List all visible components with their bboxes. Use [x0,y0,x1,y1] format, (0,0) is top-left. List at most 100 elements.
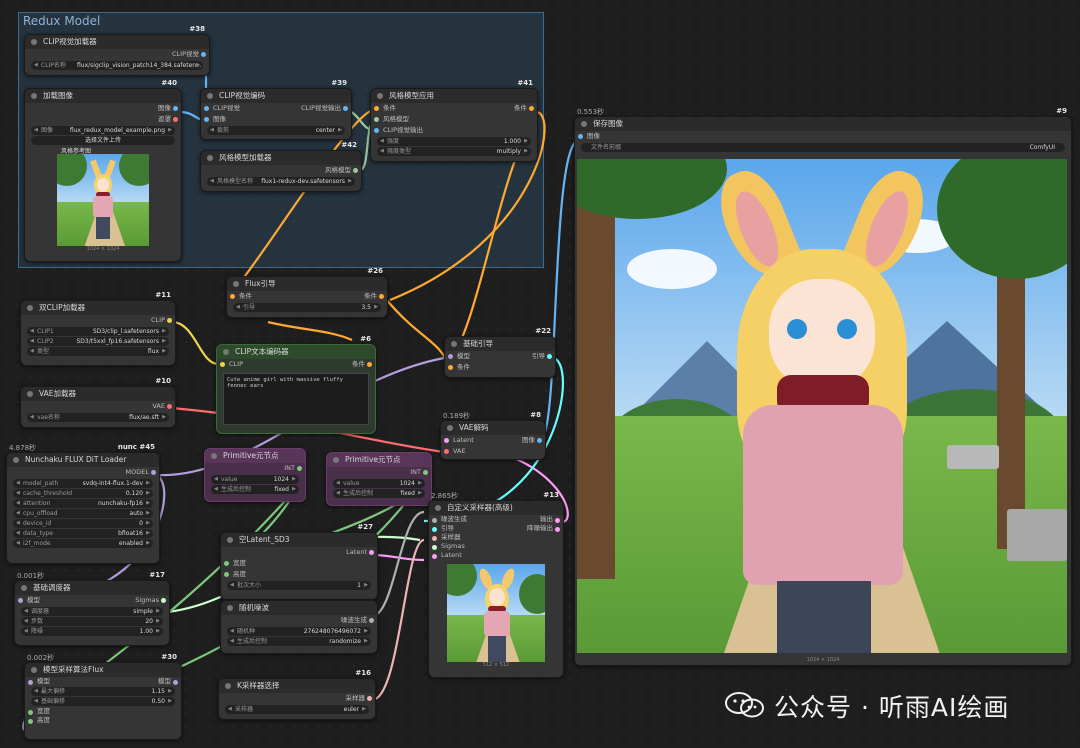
input-slot[interactable] [18,598,23,603]
input-slot[interactable] [432,536,437,541]
value-widget[interactable]: ◀ value 1024 ▶ [211,475,299,484]
collapse-dot-icon[interactable] [225,683,231,689]
output-slot[interactable] [201,52,206,57]
collapse-dot-icon[interactable] [31,93,37,99]
collapse-dot-icon[interactable] [233,281,239,287]
output-slot[interactable] [167,318,172,323]
output-slot[interactable] [555,527,560,532]
input-slot[interactable] [224,561,229,566]
output-slot[interactable] [367,696,372,701]
arrow-left-icon[interactable]: ◀ [30,347,34,356]
input-slot[interactable] [432,545,437,550]
output-slot[interactable] [369,618,374,623]
clip-vision-loader-node[interactable]: #38 CLIP视觉加载器 CLIP视觉 ◀ CLIP名称 flux/sigclip… [24,25,210,76]
filename-prefix-widget[interactable]: 文件名前缀 ComfyUI [581,143,1065,152]
collapse-dot-icon[interactable] [377,93,383,99]
arrow-left-icon[interactable]: ◀ [210,177,214,186]
style-model-apply-node[interactable]: #41 风格模型应用 条件 条件 风格模型 CLIP视觉输出 ◀ 强度 1.000 ▶ … [370,79,538,162]
nunchaku-widget[interactable]: ◀ i2f_mode enabled ▶ [13,539,153,548]
arrow-right-icon[interactable]: ▶ [156,617,160,626]
ksampler-select-node[interactable]: #16 K采样器选择 采样器 ◀ 采样器 euler ▶ [218,669,376,720]
vae-decode-node[interactable]: 0.189秒 #8 VAE解码 Latent 图像 VAE [440,411,546,460]
max-shift-widget[interactable]: ◀ 最大偏移 1.15 ▶ [31,687,175,696]
output-slot[interactable] [537,438,542,443]
strength-widget[interactable]: ◀ 强度 1.000 ▶ [377,137,531,146]
arrow-right-icon[interactable]: ▶ [364,581,368,590]
collapse-dot-icon[interactable] [31,667,37,673]
arrow-left-icon[interactable]: ◀ [34,61,38,70]
input-slot[interactable] [224,572,229,577]
arrow-left-icon[interactable]: ◀ [30,337,34,346]
arrow-right-icon[interactable]: ▶ [146,529,150,538]
steps-widget[interactable]: ◀ 步数 20 ▶ [21,617,163,626]
scheduler-widget[interactable]: ◀ 调度器 simple ▶ [21,607,163,616]
vae-name-widget[interactable]: ◀ vae名称 flux/ae.sft ▶ [27,413,169,422]
arrow-right-icon[interactable]: ▶ [292,485,296,494]
dual-clip-loader-node[interactable]: #11 双CLIP加载器 CLIP ◀ CLIP1 SD3/clip_l.safet… [20,291,176,366]
output-slot[interactable] [367,362,372,367]
output-slot[interactable] [379,294,384,299]
arrow-left-icon[interactable]: ◀ [24,627,28,636]
arrow-left-icon[interactable]: ◀ [210,126,214,135]
collapse-dot-icon[interactable] [207,155,213,161]
input-slot[interactable] [28,680,33,685]
basic-guider-node[interactable]: #22 基础引导 模型 引导 条件 [444,327,556,378]
arrow-left-icon[interactable]: ◀ [230,627,234,636]
arrow-right-icon[interactable]: ▶ [146,489,150,498]
output-slot[interactable] [151,470,156,475]
control-after-generate-widget[interactable]: ◀ 生成后控制 fixed ▶ [211,485,299,494]
arrow-right-icon[interactable]: ▶ [168,126,172,135]
arrow-right-icon[interactable]: ▶ [374,303,378,312]
arrow-right-icon[interactable]: ▶ [364,627,368,636]
arrow-right-icon[interactable]: ▶ [168,687,172,696]
arrow-right-icon[interactable]: ▶ [162,327,166,336]
arrow-left-icon[interactable]: ◀ [16,519,20,528]
collapse-dot-icon[interactable] [31,39,37,45]
arrow-left-icon[interactable]: ◀ [236,303,240,312]
base-shift-widget[interactable]: ◀ 基础偏移 0.50 ▶ [31,697,175,706]
collapse-dot-icon[interactable] [27,391,33,397]
arrow-left-icon[interactable]: ◀ [30,327,34,336]
arrow-left-icon[interactable]: ◀ [380,137,384,146]
arrow-left-icon[interactable]: ◀ [24,617,28,626]
input-slot[interactable] [432,518,437,523]
output-slot[interactable] [547,354,552,359]
output-slot[interactable] [369,550,374,555]
output-slot[interactable] [173,106,178,111]
nunchaku-widget[interactable]: ◀ attention nunchaku-fp16 ▶ [13,499,153,508]
clip2-widget[interactable]: ◀ CLIP2 SD3/t5xxl_fp16.safetensors ▶ [27,337,169,346]
arrow-right-icon[interactable]: ▶ [162,337,166,346]
arrow-left-icon[interactable]: ◀ [230,581,234,590]
style-model-loader-node[interactable]: #42 风格模型加载器 风格模型 ◀ 风格模型名称 flux1-redux-dev.… [200,141,362,192]
arrow-left-icon[interactable]: ◀ [16,509,20,518]
arrow-left-icon[interactable]: ◀ [214,485,218,494]
input-slot[interactable] [374,117,379,122]
style-model-name-widget[interactable]: ◀ 风格模型名称 flux1-redux-dev.safetensors ▶ [207,177,355,186]
arrow-left-icon[interactable]: ◀ [214,475,218,484]
upload-button[interactable]: 选择文件上传 [31,136,175,145]
input-slot[interactable] [432,554,437,559]
collapse-dot-icon[interactable] [451,341,457,347]
flux-guidance-node[interactable]: #26 Flux引导 条件 条件 ◀ 引导 3.5 ▶ [226,267,388,318]
output-slot[interactable] [423,470,428,475]
input-slot[interactable] [220,362,225,367]
arrow-right-icon[interactable]: ▶ [146,519,150,528]
output-slot[interactable] [343,106,348,111]
arrow-left-icon[interactable]: ◀ [230,637,234,646]
arrow-left-icon[interactable]: ◀ [30,413,34,422]
input-slot[interactable] [230,294,235,299]
guidance-widget[interactable]: ◀ 引导 3.5 ▶ [233,303,381,312]
output-slot[interactable] [555,518,560,523]
input-slot[interactable] [204,106,209,111]
clip-vision-encode-node[interactable]: #39 CLIP视觉编码 CLIP视觉 CLIP视觉输出 图像 ◀ 裁剪 center… [200,79,352,140]
input-slot[interactable] [448,354,453,359]
input-slot[interactable] [444,449,449,454]
collapse-dot-icon[interactable] [27,305,33,311]
clip-text-encode-node[interactable]: #6 CLIP文本编码器 CLIP 条件 Cute anime girl with… [216,335,376,434]
input-slot[interactable] [374,128,379,133]
clip-name-widget[interactable]: ◀ CLIP名称 flux/sigclip_vision_patch14_384.s… [31,61,203,70]
arrow-left-icon[interactable]: ◀ [16,489,20,498]
type-widget[interactable]: ◀ 类型 flux ▶ [27,347,169,356]
arrow-left-icon[interactable]: ◀ [16,529,20,538]
arrow-left-icon[interactable]: ◀ [16,539,20,548]
